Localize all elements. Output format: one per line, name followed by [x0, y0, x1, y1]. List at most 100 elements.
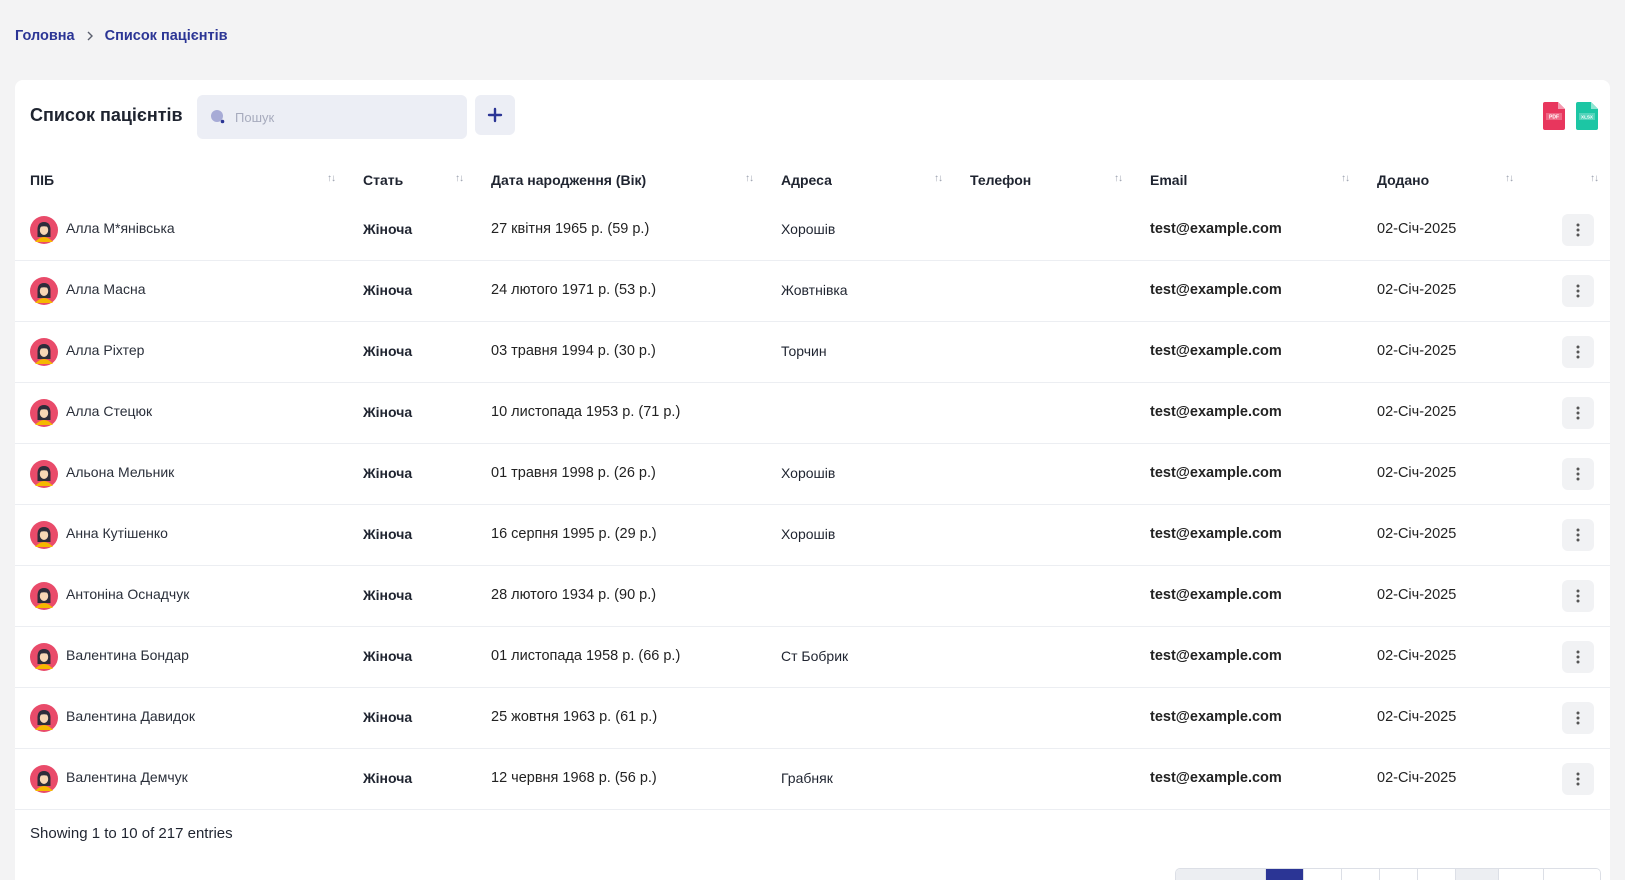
more-vertical-icon — [1576, 345, 1580, 359]
table-row[interactable]: Алла Стецюк Жіноча 10 листопада 1953 р. … — [15, 383, 1610, 444]
add-patient-button[interactable] — [475, 95, 515, 135]
patient-address: Хорошів — [781, 526, 836, 542]
sort-icon[interactable]: ↑↓ — [1505, 173, 1514, 184]
table-row[interactable]: Валентина Давидок Жіноча 25 жовтня 1963 … — [15, 688, 1610, 749]
row-actions-button[interactable] — [1562, 519, 1594, 551]
breadcrumb-home-link[interactable]: Головна — [15, 28, 75, 44]
patient-dob: 01 листопада 1958 р. (66 р.) — [491, 648, 681, 664]
breadcrumb-current-link[interactable]: Список пацієнтів — [105, 28, 228, 44]
patient-name[interactable]: Антоніна Оснадчук — [66, 586, 189, 602]
column-header-name[interactable]: ПІБ — [30, 172, 54, 188]
patient-address: Жовтнівка — [781, 282, 848, 298]
more-vertical-icon — [1576, 650, 1580, 664]
sort-icon[interactable]: ↑↓ — [1341, 173, 1350, 184]
sort-icon[interactable]: ↑↓ — [934, 173, 943, 184]
table-row[interactable]: Валентина Бондар Жіноча 01 листопада 195… — [15, 627, 1610, 688]
sort-icon[interactable]: ↑↓ — [745, 173, 754, 184]
patients-card: Список пацієнтів PDF — [15, 80, 1610, 880]
patient-dob: 03 травня 1994 р. (30 р.) — [491, 343, 656, 359]
patient-name[interactable]: Алла Ріхтер — [66, 342, 144, 358]
patient-sex: Жіноча — [363, 343, 413, 359]
svg-text:PDF: PDF — [1549, 115, 1559, 121]
patient-added-date: 02-Січ-2025 — [1377, 526, 1457, 542]
export-xlsx-button[interactable]: XLSX — [1576, 102, 1598, 130]
pagination-page-button[interactable]: 22 — [1499, 869, 1544, 880]
pagination-page-button[interactable]: 4 — [1380, 869, 1418, 880]
patient-dob: 10 листопада 1953 р. (71 р.) — [491, 404, 681, 420]
export-pdf-button[interactable]: PDF — [1543, 102, 1565, 130]
patient-dob: 28 лютого 1934 р. (90 р.) — [491, 587, 657, 603]
pagination-page-button[interactable]: … — [1456, 869, 1499, 880]
patient-email: test@example.com — [1150, 221, 1282, 237]
patient-name[interactable]: Валентина Давидок — [66, 708, 195, 724]
patient-address: Хорошів — [781, 221, 836, 237]
more-vertical-icon — [1576, 711, 1580, 725]
patient-name[interactable]: Валентина Демчук — [66, 769, 188, 785]
table-row[interactable]: Алла Масна Жіноча 24 лютого 1971 р. (53 … — [15, 261, 1610, 322]
row-actions-button[interactable] — [1562, 580, 1594, 612]
table-row[interactable]: Альона Мельник Жіноча 01 травня 1998 р. … — [15, 444, 1610, 505]
row-actions-button[interactable] — [1562, 702, 1594, 734]
pagination-next-button[interactable]: Next — [1543, 869, 1601, 880]
search-input[interactable] — [235, 109, 455, 125]
patient-sex: Жіноча — [363, 526, 413, 542]
row-actions-button[interactable] — [1562, 641, 1594, 673]
patient-dob: 01 травня 1998 р. (26 р.) — [491, 465, 656, 481]
row-actions-button[interactable] — [1562, 214, 1594, 246]
patient-email: test@example.com — [1150, 648, 1282, 664]
sort-icon[interactable]: ↑↓ — [1114, 173, 1123, 184]
column-header-phone[interactable]: Телефон — [970, 172, 1031, 188]
female-avatar-icon — [30, 582, 58, 610]
pagination-page-button[interactable]: 5 — [1418, 869, 1456, 880]
more-vertical-icon — [1576, 406, 1580, 420]
column-header-email[interactable]: Email — [1150, 172, 1187, 188]
column-header-address[interactable]: Адреса — [781, 172, 832, 188]
patient-dob: 12 червня 1968 р. (56 р.) — [491, 770, 657, 786]
patient-email: test@example.com — [1150, 343, 1282, 359]
table-row[interactable]: Валентина Демчук Жіноча 12 червня 1968 р… — [15, 749, 1610, 810]
patient-dob: 27 квітня 1965 р. (59 р.) — [491, 221, 650, 237]
pagination-page-button[interactable]: 3 — [1342, 869, 1380, 880]
row-actions-button[interactable] — [1562, 397, 1594, 429]
column-header-dob[interactable]: Дата народження (Вік) — [491, 172, 646, 188]
search-icon — [209, 108, 227, 126]
patient-name[interactable]: Альона Мельник — [66, 464, 174, 480]
row-actions-button[interactable] — [1562, 763, 1594, 795]
table-row[interactable]: Алла Ріхтер Жіноча 03 травня 1994 р. (30… — [15, 322, 1610, 383]
table-row[interactable]: Анна Кутішенко Жіноча 16 серпня 1995 р. … — [15, 505, 1610, 566]
row-actions-button[interactable] — [1562, 275, 1594, 307]
plus-icon — [487, 107, 503, 123]
sort-icon[interactable]: ↑↓ — [1590, 173, 1599, 184]
table-row[interactable]: Антоніна Оснадчук Жіноча 28 лютого 1934 … — [15, 566, 1610, 627]
female-avatar-icon — [30, 765, 58, 793]
entries-info: Showing 1 to 10 of 217 entries — [30, 825, 233, 842]
female-avatar-icon — [30, 277, 58, 305]
pagination-page-button[interactable]: 2 — [1304, 869, 1342, 880]
patient-name[interactable]: Алла М*янівська — [66, 220, 175, 236]
patient-sex: Жіноча — [363, 587, 413, 603]
xlsx-file-icon: XLSX — [1576, 102, 1598, 130]
pagination-previous-button[interactable]: Previous — [1176, 869, 1266, 880]
patient-name[interactable]: Анна Кутішенко — [66, 525, 168, 541]
patient-name[interactable]: Алла Стецюк — [66, 403, 152, 419]
more-vertical-icon — [1576, 223, 1580, 237]
row-actions-button[interactable] — [1562, 336, 1594, 368]
table-row[interactable]: Алла М*янівська Жіноча 27 квітня 1965 р.… — [15, 200, 1610, 261]
sort-icon[interactable]: ↑↓ — [455, 173, 464, 184]
column-header-added[interactable]: Додано — [1377, 172, 1429, 188]
patient-name[interactable]: Алла Масна — [66, 281, 145, 297]
card-header: Список пацієнтів PDF — [15, 80, 1610, 156]
patient-sex: Жіноча — [363, 282, 413, 298]
column-header-sex[interactable]: Стать — [363, 172, 403, 188]
sort-icon[interactable]: ↑↓ — [327, 173, 336, 184]
female-avatar-icon — [30, 216, 58, 244]
svg-text:XLSX: XLSX — [1581, 115, 1594, 120]
more-vertical-icon — [1576, 589, 1580, 603]
more-vertical-icon — [1576, 284, 1580, 298]
page-title: Список пацієнтів — [30, 105, 183, 125]
female-avatar-icon — [30, 704, 58, 732]
pagination-page-button[interactable]: 1 — [1266, 869, 1304, 880]
patient-name[interactable]: Валентина Бондар — [66, 647, 189, 663]
patient-sex: Жіноча — [363, 404, 413, 420]
row-actions-button[interactable] — [1562, 458, 1594, 490]
